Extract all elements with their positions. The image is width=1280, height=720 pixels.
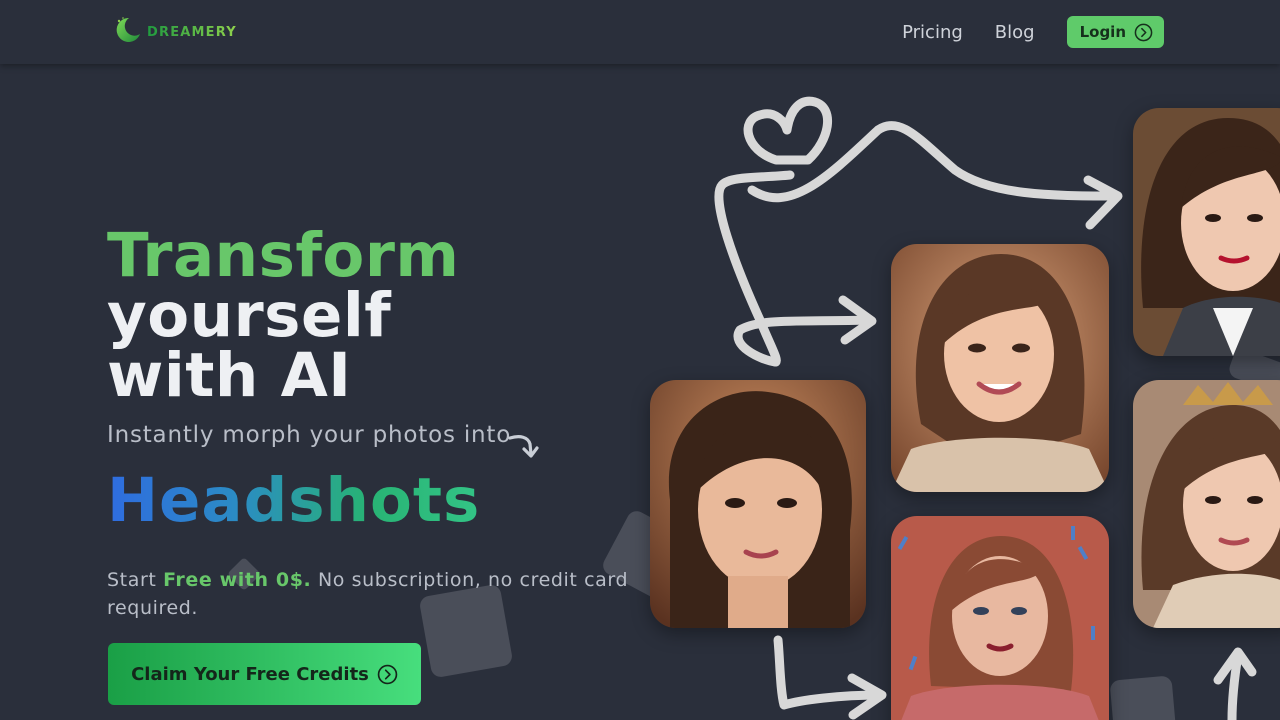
hero-title-line-3: with AI [107,340,352,411]
header: DREAMERY Pricing Blog Login [0,0,1280,64]
cta-label: Claim Your Free Credits [131,663,369,685]
logo[interactable]: DREAMERY [113,16,237,48]
promo-free-highlight: Free with 0$. [163,569,312,591]
login-button-label: Login [1079,23,1126,41]
portrait-photo [891,244,1109,492]
hero-title-line-2: yourself [107,280,392,351]
chevron-right-circle-icon [377,664,398,685]
hero-subtitle: Instantly morph your photos into [107,422,512,448]
portrait-photo [1133,380,1280,628]
curved-arrow-icon [506,432,542,466]
nav-blog-link[interactable]: Blog [995,22,1035,43]
promo-text: Start Free with 0$. No subscription, no … [107,566,647,622]
login-button[interactable]: Login [1066,16,1164,48]
promo-start: Start [107,569,164,591]
claim-free-credits-button[interactable]: Claim Your Free Credits [108,643,421,705]
portrait-photo [650,380,866,628]
portrait-photo [891,516,1109,720]
hero-title-line-1: Transform [107,220,460,291]
nav-pricing-link[interactable]: Pricing [902,22,963,43]
moon-icon [113,15,143,49]
hero-highlight-word: Headshots [107,465,481,536]
logo-text: DREAMERY [147,24,237,40]
portrait-photo [1133,108,1280,356]
decorative-square [1109,675,1177,720]
nav-bar: Pricing Blog Login [902,16,1164,48]
chevron-right-circle-icon [1134,23,1153,42]
